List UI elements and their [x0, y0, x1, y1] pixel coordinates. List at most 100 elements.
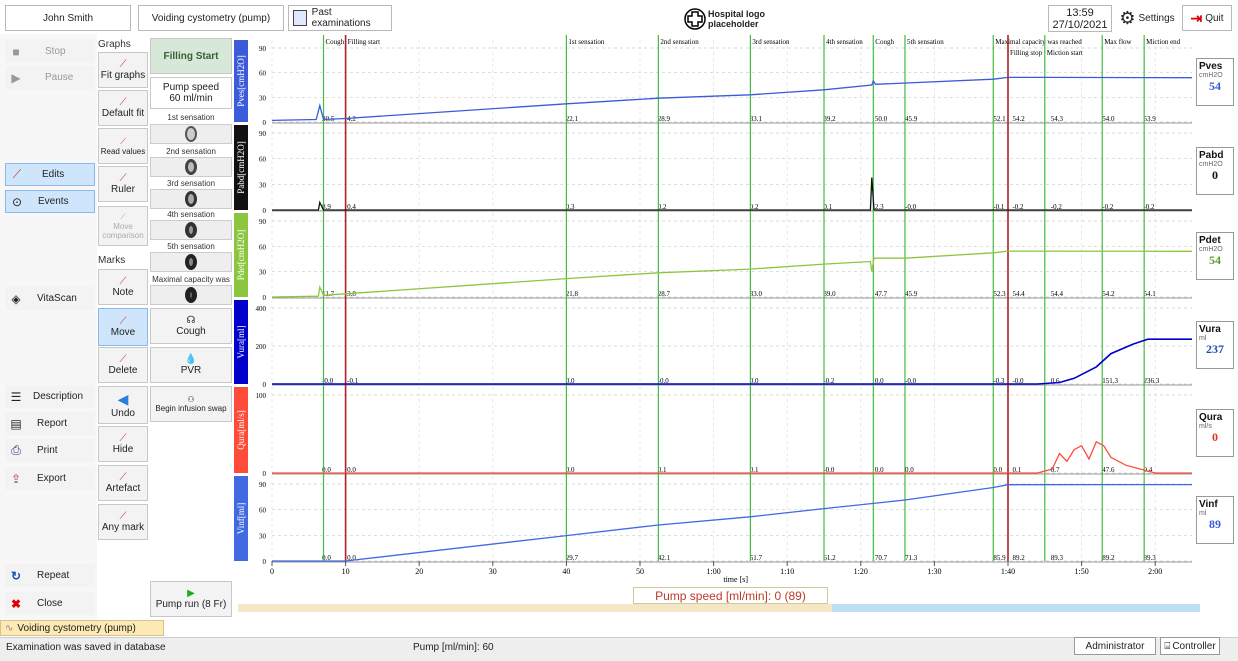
sensation-2-button[interactable]	[150, 157, 232, 177]
undo-icon: ◀	[117, 391, 129, 407]
events-button[interactable]: ⊙ Events	[5, 190, 95, 213]
undo-button[interactable]: ◀ Undo	[98, 386, 148, 424]
event-name: 1st sensation	[568, 38, 604, 46]
event-value-label: 54.2	[1102, 290, 1115, 298]
move-button[interactable]: ⟋ Move	[98, 308, 148, 346]
default-fit-button[interactable]: ⟋ Default fit	[98, 90, 148, 126]
fit-graphs-button[interactable]: ⟋ Fit graphs	[98, 52, 148, 88]
exam-tab[interactable]: ∿ Voiding cystometry (pump)	[0, 620, 164, 636]
event-value-label: 151.3	[1102, 377, 1118, 385]
value-box-vinf[interactable]: Vinf ml 89	[1196, 496, 1234, 544]
hide-button[interactable]: ⟋ Hide	[98, 426, 148, 462]
sensation-4-button[interactable]	[150, 220, 232, 240]
logo-text: Hospital logo placeholder	[708, 9, 765, 29]
close-button[interactable]: ✖ Close	[5, 592, 95, 615]
event-name: Miction start	[1047, 49, 1083, 57]
export-button[interactable]: ⇪ Export	[5, 467, 95, 490]
y-tick-label: 30	[259, 532, 267, 540]
y-tick-label: 90	[259, 45, 267, 53]
axis-label-pabd: Pabd[cmH2O]	[236, 141, 246, 194]
event-value-label: 89.3	[1143, 554, 1156, 562]
patient-name-box[interactable]: John Smith	[5, 5, 131, 31]
any-mark-icon: ⟋	[119, 511, 127, 522]
exam-type: Voiding cystometry (pump)	[151, 12, 271, 24]
infusion-swap-button[interactable]: ⚇ Begin infusion swap	[150, 386, 232, 422]
ruler-button[interactable]: ⟋ Ruler	[98, 166, 148, 202]
sensation-1-button[interactable]	[150, 124, 232, 144]
event-name: 4th sensation	[826, 38, 863, 46]
pump-run-button[interactable]: ▶ Pump run (8 Fr)	[150, 581, 232, 617]
channel-unit: ml/s	[1199, 423, 1212, 430]
urodynamic-chart[interactable]: Pves[cmH2O]9060300 20.5 4.2 22.1 28.9 33.1 39.…	[234, 35, 1197, 585]
delete-button[interactable]: ⟋ Delete	[98, 347, 148, 383]
pause-icon: ▶	[11, 70, 21, 85]
max-capacity-icon	[185, 287, 197, 303]
quit-button[interactable]: ⇥ Quit	[1182, 5, 1232, 31]
delete-icon: ⟋	[119, 354, 127, 365]
pause-button[interactable]: ▶ Pause	[5, 66, 95, 89]
ruler-label: Ruler	[111, 184, 135, 195]
x-tick-label: 0	[270, 567, 274, 576]
stop-button[interactable]: ■ Stop	[5, 40, 95, 63]
edits-button[interactable]: ⟋ Edits	[5, 163, 95, 186]
value-box-vura[interactable]: Vura ml 237	[1196, 321, 1234, 369]
exam-type-box[interactable]: Voiding cystometry (pump)	[138, 5, 284, 31]
user-label: Administrator	[1085, 640, 1145, 652]
past-examinations-button[interactable]: Past examinations	[288, 5, 392, 31]
vitascan-button[interactable]: ◈ VitaScan	[5, 287, 95, 310]
any-mark-button[interactable]: ⟋ Any mark	[98, 504, 148, 540]
exam-tab-label: Voiding cystometry (pump)	[17, 622, 136, 634]
y-tick-label: 30	[259, 94, 267, 102]
report-icon: ▤	[10, 416, 22, 431]
artefact-button[interactable]: ⟋ Artefact	[98, 465, 148, 501]
pump-speed-button[interactable]: Pump speed 60 ml/min	[150, 77, 232, 109]
undo-label: Undo	[111, 408, 135, 419]
y-tick-label: 0	[263, 381, 267, 389]
pump-status-box: Pump speed [ml/min]: 0 (89)	[633, 587, 828, 604]
sensation-4-icon	[185, 222, 197, 238]
print-button[interactable]: ⎙ Print	[5, 439, 95, 462]
axis-label-qura: Qura[ml/s]	[236, 410, 246, 450]
repeat-button[interactable]: ↻ Repeat	[5, 564, 95, 587]
value-box-pabd[interactable]: Pabd cmH2O 0	[1196, 147, 1234, 195]
max-capacity-button[interactable]	[150, 285, 232, 305]
channel-unit: ml	[1199, 335, 1207, 342]
channel-name: Pabd	[1199, 150, 1224, 161]
cough-icon: ☊	[186, 315, 196, 326]
artefact-label: Artefact	[105, 483, 141, 494]
y-tick-label: 0	[263, 294, 267, 302]
filling-start-button[interactable]: Filling Start	[150, 38, 232, 74]
hide-icon: ⟋	[119, 433, 127, 444]
play-icon: ▶	[187, 588, 195, 599]
x-tick-label: 1:40	[1001, 567, 1015, 576]
quit-label: Quit	[1205, 12, 1224, 24]
user-box[interactable]: Administrator	[1074, 637, 1156, 655]
event-value-label: 71.3	[905, 554, 918, 562]
sensation-3-button[interactable]	[150, 189, 232, 209]
value-box-pves[interactable]: Pves cmH2O 54	[1196, 58, 1234, 106]
event-value-label: 89.3	[1051, 554, 1064, 562]
value-box-pdet[interactable]: Pdet cmH2O 54	[1196, 232, 1234, 280]
settings-button[interactable]: ⚙ Settings	[1116, 5, 1178, 31]
x-tick-label: 1:20	[854, 567, 868, 576]
controller-box[interactable]: ⌸ Controller	[1160, 637, 1220, 655]
read-values-button[interactable]: ⟋ Read values	[98, 128, 148, 164]
channel-value: 0	[1212, 430, 1218, 444]
hospital-logo: Hospital logo placeholder	[684, 8, 768, 30]
status-bar	[0, 637, 1238, 661]
event-value-label: 70.7	[875, 554, 888, 562]
axis-label-pdet: Pdet[cmH2O]	[236, 230, 246, 281]
value-box-qura[interactable]: Qura ml/s 0	[1196, 409, 1234, 457]
sensation-5-button[interactable]	[150, 252, 232, 272]
report-button[interactable]: ▤ Report	[5, 412, 95, 435]
pvr-button[interactable]: 💧 PVR	[150, 347, 232, 383]
event-value-label: 89.2	[1012, 554, 1025, 562]
event-value-label: 54.1	[1143, 290, 1156, 298]
cough-button[interactable]: ☊ Cough	[150, 308, 232, 344]
move-comparison-button[interactable]: ⟋ Move comparison	[98, 206, 148, 246]
description-button[interactable]: ☰ Description	[5, 385, 95, 408]
note-button[interactable]: ⟋ Note	[98, 269, 148, 305]
y-tick-label: 0	[263, 207, 267, 215]
description-label: Description	[33, 391, 84, 402]
close-label: Close	[37, 598, 63, 609]
